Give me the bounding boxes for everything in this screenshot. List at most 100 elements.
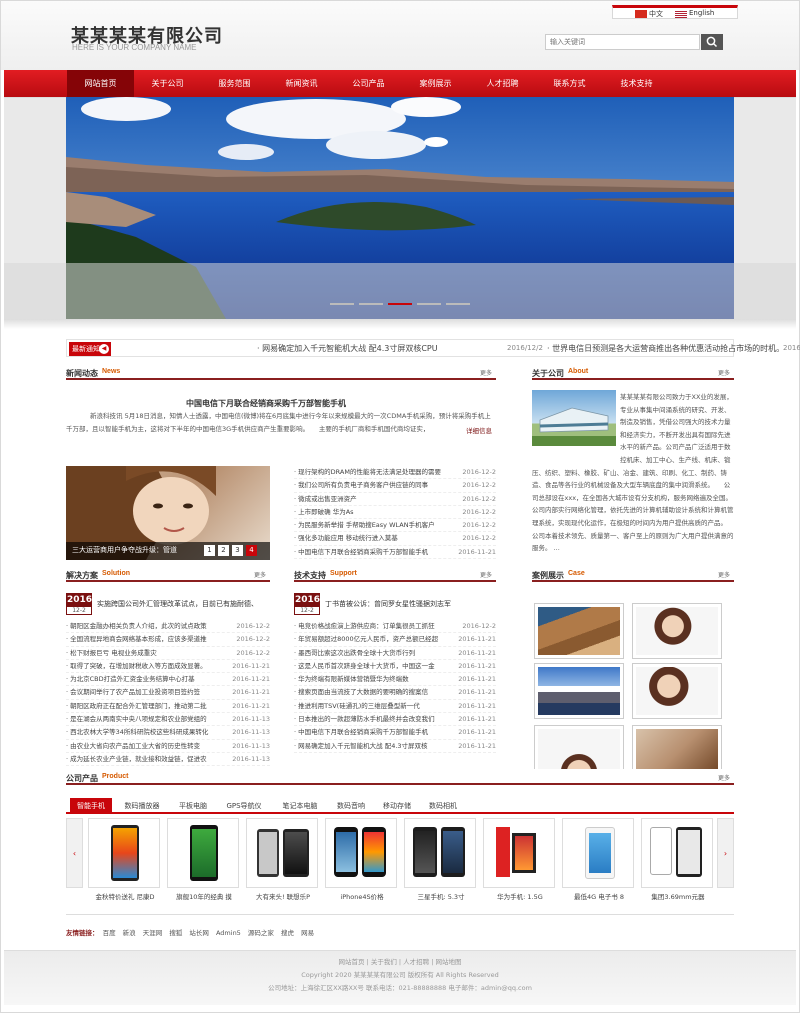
tab-speakers[interactable]: 数码音响 (330, 798, 372, 814)
list-item[interactable]: · 上市即破确 华为As 2016-12-2 (294, 505, 496, 520)
notice-item-1[interactable]: · 网易确定加入千元智能机大战 配4.3寸屏双核CPU (257, 340, 438, 357)
slide-dot-1[interactable] (330, 303, 354, 305)
nav-support[interactable]: 技术支持 (603, 70, 670, 97)
friend-link-sohu[interactable]: 搜狐 (169, 929, 182, 937)
product-caption-4[interactable]: iPhone4S价格 (323, 891, 401, 901)
support-top-item[interactable]: 丁书苗被公诉：曾同罗女星性骚据刘志军 (325, 598, 497, 611)
photo-page-1[interactable]: 1 (204, 545, 215, 556)
news-more-link[interactable]: 更多 (480, 368, 492, 377)
nav-home[interactable]: 网站首页 (67, 70, 134, 97)
search-input[interactable] (545, 34, 700, 50)
product-more-link[interactable]: 更多 (718, 773, 730, 782)
list-item[interactable]: · 墨西哥比索这次出跌骨全球十大货币行列 2016-11-21 (294, 646, 496, 660)
hero-banner-image[interactable] (66, 97, 734, 319)
tab-storage[interactable]: 移动存储 (376, 798, 418, 814)
product-caption-7[interactable]: 最低4G 电子书 8 (560, 891, 638, 901)
list-item[interactable]: · 华为终端有限新媒体营销暨华为终端数 2016-11-21 (294, 673, 496, 687)
nav-products[interactable]: 公司产品 (335, 70, 402, 97)
list-item[interactable]: · 全国流程异地商会网络基本形成，应该多渠道推 2016-12-2 (66, 633, 270, 647)
friend-link-sina[interactable]: 新浪 (123, 929, 136, 937)
list-item[interactable]: · 现行架构的DRAM的性能将无法满足处理器的需要 2016-12-2 (294, 466, 496, 480)
list-item[interactable]: · 会议期间举行了农产品加工业投资项目签约签 2016-11-21 (66, 686, 270, 700)
friend-link-chinaz[interactable]: 站长网 (189, 929, 209, 937)
list-item[interactable]: · 取得了突破，在增加财税收入等方面成效显著。 2016-11-21 (66, 659, 270, 674)
solution-more-link[interactable]: 更多 (254, 570, 266, 579)
news-headline[interactable]: 中国电信下月联合经销商采购千万部智能手机 (66, 398, 466, 409)
friend-link-admin5[interactable]: Admin5 (216, 929, 241, 937)
nav-cases[interactable]: 案例展示 (402, 70, 469, 97)
friend-link-souhu[interactable]: 搜虎 (281, 929, 294, 937)
list-item[interactable]: · 日本推出的一款超薄防水手机最终并会改变我们 2016-11-21 (294, 713, 496, 727)
case-more-link[interactable]: 更多 (718, 570, 730, 579)
product-caption-5[interactable]: 三星手机: 5.3寸 (402, 891, 480, 901)
slide-dot-2[interactable] (359, 303, 383, 305)
list-item[interactable]: · 这是人民币首次跻身全球十大货币，中国这一金 2016-11-21 (294, 659, 496, 674)
tab-tablet[interactable]: 平板电脑 (172, 798, 214, 814)
list-item[interactable]: · 网易确定加入千元智能机大战 配4.3寸屏双核 2016-11-21 (294, 739, 496, 753)
solution-top-item[interactable]: 实施跨国公司外汇管理改革试点，目前已有施耐德、 (97, 598, 272, 611)
product-phone-6[interactable] (483, 818, 555, 888)
news-photo-caption[interactable]: 三大运营商用户争夺战升级：管道 (72, 545, 177, 555)
list-item[interactable]: · 朝阳区金融办相关负责人介绍，此次的试点政策 2016-12-2 (66, 620, 270, 634)
nav-jobs[interactable]: 人才招聘 (469, 70, 536, 97)
carousel-next-icon[interactable]: › (717, 818, 734, 888)
lang-cn-link[interactable]: 中文 (649, 9, 663, 19)
nav-contact[interactable]: 联系方式 (536, 70, 603, 97)
about-more-link[interactable]: 更多 (718, 368, 730, 377)
friend-link-baidu[interactable]: 百度 (103, 929, 116, 937)
product-caption-3[interactable]: 大有来头! 联想乐P (244, 891, 322, 901)
news-photo[interactable]: 三大运营商用户争夺战升级：管道 1 2 3 4 (66, 466, 270, 560)
list-item[interactable]: · 年贸易额超过8000亿元人民币，资产总额已经超 2016-11-21 (294, 633, 496, 647)
tab-media-player[interactable]: 数码播放器 (116, 798, 168, 814)
list-item[interactable]: · 中国电信下月联合经销商采购千万部智能手机 2016-11-21 (294, 726, 496, 740)
tab-camera[interactable]: 数码相机 (422, 798, 464, 814)
product-caption-8[interactable]: 集团3.69mm元器 (639, 891, 717, 901)
product-phone-4[interactable] (325, 818, 397, 888)
product-caption-2[interactable]: 旗舰10年的经典 摸 (165, 891, 243, 901)
product-phone-7[interactable] (562, 818, 634, 888)
slide-dot-3[interactable] (388, 303, 412, 305)
lang-en-link[interactable]: English (689, 9, 714, 17)
list-item[interactable]: · 成为延长农业产业链，就业接和效益链，促进农 2016-11-13 (66, 752, 270, 767)
list-item[interactable]: · 电竞价格战愈演上游供应商：订单集很员工抓狂 2016-12-2 (294, 620, 496, 634)
nav-news[interactable]: 新闻资讯 (268, 70, 335, 97)
friend-link-mycodes[interactable]: 源码之家 (248, 929, 274, 937)
product-phone-5[interactable] (404, 818, 476, 888)
list-item[interactable]: · 由农业大省向农产品加工业大省的历史性转变 2016-11-13 (66, 739, 270, 753)
list-item[interactable]: · 为民服务新举措 手帮助搜Easy WLAN手机客户 2016-12-2 (294, 519, 496, 533)
support-more-link[interactable]: 更多 (480, 570, 492, 579)
photo-page-2[interactable]: 2 (218, 545, 229, 556)
nav-about[interactable]: 关于公司 (134, 70, 201, 97)
product-phone-3[interactable] (246, 818, 318, 888)
list-item[interactable]: · 我们公司所有负责电子商务客户供应链的同事 2016-12-2 (294, 479, 496, 493)
list-item[interactable]: · 微成或出售亚洲资产 2016-12-2 (294, 492, 496, 506)
list-item[interactable]: · 强化多功能应用 移动统行进入莫基 2016-12-2 (294, 532, 496, 546)
list-item[interactable]: · 朝阳区政府正在配合外汇管理部门，推动第二批 2016-11-21 (66, 699, 270, 714)
friend-link-tianya[interactable]: 天涯网 (143, 929, 163, 937)
notice-item-2[interactable]: · 世界电信日预测是各大运营商推出各种优惠活动抢占市场的时机。 (547, 340, 784, 357)
photo-page-4[interactable]: 4 (246, 545, 257, 556)
search-button[interactable] (701, 34, 723, 50)
slide-dot-4[interactable] (417, 303, 441, 305)
list-item[interactable]: · 是在湖会从两南实中央八项规定和农业部党组的 2016-11-13 (66, 713, 270, 727)
case-image-girl-4[interactable] (632, 725, 722, 769)
news-detail-link[interactable]: 详细信息 (466, 425, 492, 438)
product-phone-8[interactable] (641, 818, 713, 888)
case-image-girl-2[interactable] (632, 663, 722, 719)
case-image-rocks[interactable] (534, 603, 624, 659)
case-image-mountain[interactable] (534, 663, 624, 719)
list-item[interactable]: · 西北农林大学等34所科研院校这些科研成果转化 2016-11-13 (66, 726, 270, 740)
tab-gps[interactable]: GPS导航仪 (218, 798, 270, 814)
product-phone-1[interactable] (88, 818, 160, 888)
photo-page-3[interactable]: 3 (232, 545, 243, 556)
list-item[interactable]: · 松下财报巨亏 电视业务成重灾 2016-12-2 (66, 646, 270, 660)
list-item[interactable]: · 为北京CBD打造外汇资金业务结算中心打基 2016-11-21 (66, 673, 270, 687)
nav-services[interactable]: 服务范围 (201, 70, 268, 97)
tab-laptop[interactable]: 笔记本电脑 (274, 798, 326, 814)
list-item[interactable]: · 推进利用TSV(硅通孔)的三维层叠型新一代 2016-11-21 (294, 699, 496, 714)
friend-link-163[interactable]: 网易 (301, 929, 314, 937)
tab-smartphone[interactable]: 智能手机 (70, 798, 112, 814)
carousel-prev-icon[interactable]: ‹ (66, 818, 83, 888)
footer-nav[interactable]: 网站首页 | 关于我们 | 人才招聘 | 网站地图 (4, 956, 796, 966)
product-caption-1[interactable]: 金秋特价送礼 尼康D (86, 891, 164, 901)
